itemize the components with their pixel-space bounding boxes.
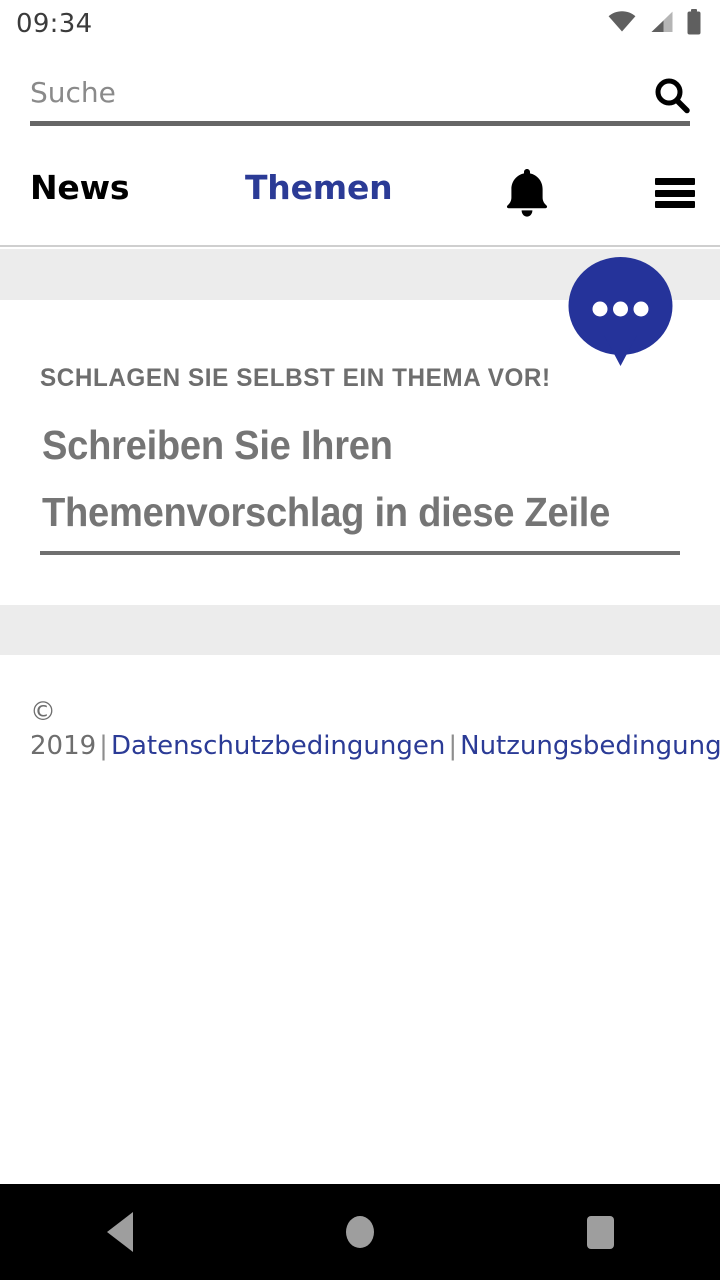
hamburger-line bbox=[655, 178, 695, 185]
recents-square-icon bbox=[586, 1215, 614, 1249]
search-icon[interactable] bbox=[648, 72, 696, 120]
home-circle-icon bbox=[346, 1216, 374, 1248]
topic-suggestion-headline: Schreiben Sie Ihren Themenvorschlag in d… bbox=[42, 422, 611, 535]
status-bar: 09:34 bbox=[0, 0, 720, 48]
footer-separator: | bbox=[99, 731, 108, 761]
back-triangle-icon bbox=[107, 1212, 133, 1252]
main-navigation: News Themen bbox=[0, 140, 720, 247]
status-bar-icons bbox=[608, 8, 702, 40]
nav-item-news[interactable]: News bbox=[30, 168, 130, 207]
footer-copyright: © 2019 bbox=[30, 697, 97, 761]
battery-icon bbox=[686, 8, 702, 40]
nav-item-themen[interactable]: Themen bbox=[245, 168, 393, 207]
wifi-icon bbox=[608, 10, 636, 38]
search-underline bbox=[30, 121, 690, 126]
android-back-button[interactable] bbox=[60, 1184, 180, 1280]
footer-link-nutzungsbedingungen[interactable]: Nutzungsbedingungen bbox=[460, 731, 720, 761]
android-home-button[interactable] bbox=[300, 1184, 420, 1280]
search-bar bbox=[0, 64, 720, 126]
speech-bubble-ellipsis-icon[interactable] bbox=[568, 257, 673, 367]
cellular-signal-icon bbox=[648, 11, 674, 38]
topic-suggestion-underline bbox=[40, 551, 680, 555]
status-bar-clock: 09:34 bbox=[16, 9, 93, 39]
bell-icon[interactable] bbox=[503, 166, 551, 218]
hamburger-line bbox=[655, 189, 695, 197]
footer-separator: | bbox=[448, 731, 458, 761]
android-system-navigation-bar bbox=[0, 1184, 720, 1280]
section-divider-bottom bbox=[0, 605, 720, 655]
footer-link-datenschutzbedingungen[interactable]: Datenschutzbedingungen bbox=[111, 731, 445, 761]
topic-suggestion-card[interactable]: SCHLAGEN SIE SELBST EIN THEMA VOR! Schre… bbox=[0, 257, 720, 605]
hamburger-line bbox=[655, 201, 695, 208]
footer-legal-line: © 2019 | Datenschutzbedingungen | Nutzungsbe… bbox=[30, 695, 720, 763]
page-footer: © 2019 | Datenschutzbedingungen | Nutzungsbe… bbox=[0, 655, 720, 1184]
topic-suggestion-overline: SCHLAGEN SIE SELBST EIN THEMA VOR! bbox=[40, 364, 551, 392]
android-recents-button[interactable] bbox=[540, 1184, 660, 1280]
hamburger-menu-icon[interactable] bbox=[655, 178, 695, 208]
search-input[interactable] bbox=[30, 64, 630, 120]
